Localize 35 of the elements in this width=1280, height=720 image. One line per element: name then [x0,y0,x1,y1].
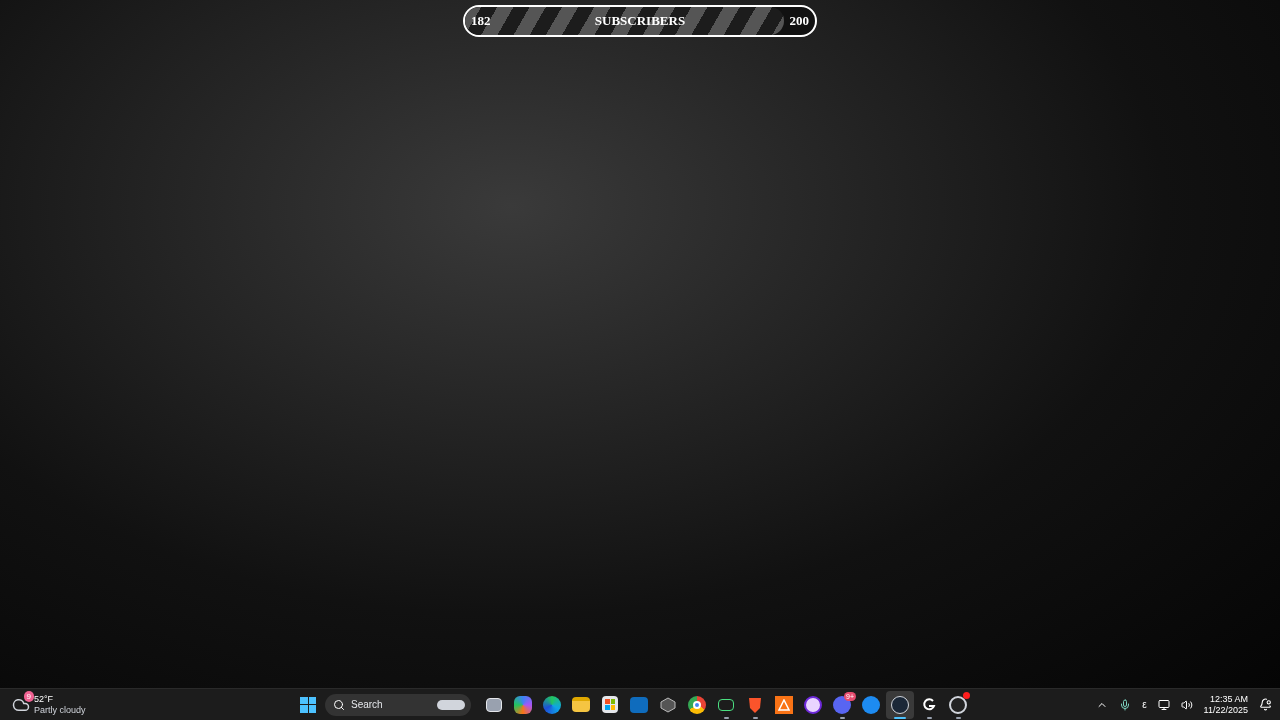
circle-logo-icon [688,695,706,714]
round-logo-icon [804,695,822,714]
letter-g-logo-icon [922,697,936,712]
taskbar-app[interactable] [886,690,914,719]
running-indicator [894,716,906,719]
speaker-icon[interactable] [1180,698,1193,711]
language-indicator[interactable]: ε [1142,697,1147,712]
windows-start-icon[interactable] [300,696,316,713]
monitor-icon[interactable] [1157,698,1170,711]
triangle-logo-icon [775,695,793,714]
running-indicator [926,716,932,719]
search-bar[interactable]: Search [325,693,471,716]
current-count: 182 [471,12,491,31]
notification-badge: 9 [23,690,34,702]
clock[interactable]: 12:35 AM 11/22/2025 [1203,693,1248,716]
weather-widget[interactable]: 9 52°F Partly cloudy [12,693,86,716]
ring-icon [949,695,967,714]
running-indicator [839,716,845,719]
notification-bell-icon[interactable] [1259,698,1272,711]
shield-icon [747,695,763,714]
running-indicator [955,716,961,719]
search-input[interactable]: Search [351,697,431,712]
microphone-icon[interactable] [1119,698,1132,711]
circle-logo-icon [862,695,880,714]
spreadsheet-icon [718,698,734,711]
goal-count: 200 [789,12,809,31]
progress-label: SUBSCRIBERS [594,12,686,31]
weather-condition: Partly cloudy [34,704,86,716]
running-indicator [723,716,729,719]
swirl-icon [514,695,532,714]
temperature: 52°F [34,693,55,705]
folder-icon [572,697,590,712]
cube-icon [660,696,676,713]
running-indicator [752,716,758,719]
search-icon [333,698,345,711]
